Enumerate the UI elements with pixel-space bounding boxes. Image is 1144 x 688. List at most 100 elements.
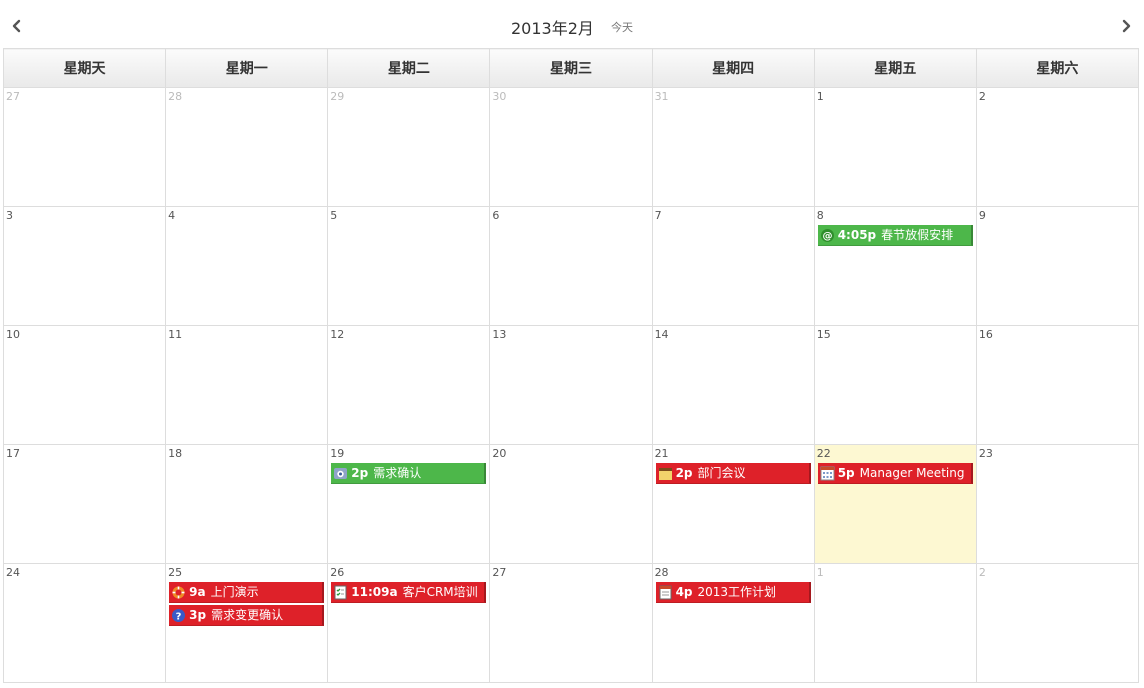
day-cell[interactable]: 9 — [975, 206, 1140, 326]
day-cell[interactable]: 18 — [165, 444, 329, 564]
day-number: 4 — [168, 209, 176, 222]
event-time: 3p — [189, 607, 207, 622]
weekday-thursday: 星期四 — [651, 48, 815, 88]
event-title: 需求变更确认 — [211, 607, 284, 622]
day-number: 5 — [330, 209, 338, 222]
day-number: 30 — [492, 90, 507, 103]
day-number: 22 — [816, 447, 831, 460]
day-cell[interactable]: 1 — [813, 87, 977, 207]
weekday-friday: 星期五 — [813, 48, 977, 88]
at-sign-icon: @ — [820, 228, 835, 243]
day-number: 8 — [816, 209, 824, 222]
event-feb8[interactable]: @ 4:05p 春节放假安排 — [817, 225, 973, 246]
day-cell[interactable]: 17 — [2, 444, 167, 564]
today-button[interactable]: 今天 — [611, 21, 633, 34]
day-cell[interactable]: 14 — [651, 325, 815, 445]
event-title: 部门会议 — [697, 465, 746, 480]
event-time: 4:05p — [837, 227, 877, 242]
day-number: 25 — [168, 566, 183, 579]
day-cell[interactable]: 1 — [813, 563, 977, 683]
day-number: 28 — [654, 566, 669, 579]
chevron-right-icon — [1122, 19, 1131, 33]
day-number: 15 — [816, 328, 831, 341]
event-time: 4p — [675, 584, 693, 599]
day-cell[interactable]: 15 — [813, 325, 977, 445]
calendar-page-icon — [658, 585, 673, 600]
day-cell[interactable]: 31 — [651, 87, 815, 207]
day-number: 21 — [654, 447, 669, 460]
weekday-sunday: 星期天 — [2, 48, 167, 88]
day-cell[interactable]: 11 — [165, 325, 329, 445]
day-number: 14 — [654, 328, 669, 341]
day-cell[interactable]: 7 — [651, 206, 815, 326]
day-number: 24 — [6, 566, 20, 579]
day-number: 23 — [978, 447, 993, 460]
day-number: 13 — [492, 328, 507, 341]
day-cell[interactable]: 2 — [975, 87, 1140, 207]
day-cell[interactable]: 5 — [327, 206, 491, 326]
calendar-grid-icon — [820, 466, 835, 481]
event-feb26[interactable]: 11:09a 客户CRM培训 — [331, 582, 487, 603]
event-feb19[interactable]: 2p 需求确认 — [331, 463, 487, 484]
day-number: 16 — [978, 328, 993, 341]
day-number: 31 — [654, 90, 669, 103]
day-cell[interactable]: 26 11:09a 客户CRM培训 — [327, 563, 491, 683]
day-number: 12 — [330, 328, 345, 341]
event-time: 5p — [837, 465, 855, 480]
day-number: 11 — [168, 328, 183, 341]
day-cell[interactable]: 6 — [489, 206, 653, 326]
day-number: 3 — [6, 209, 13, 222]
day-cell[interactable]: 28 4p 2013工作计划 — [651, 563, 815, 683]
lifebuoy-icon — [171, 585, 186, 600]
day-cell[interactable]: 19 2p 需求确认 — [327, 444, 491, 564]
month-title: 2013年2月 — [511, 19, 594, 38]
day-cell[interactable]: 4 — [165, 206, 329, 326]
day-number: 19 — [330, 447, 345, 460]
day-cell[interactable]: 30 — [489, 87, 653, 207]
next-month-button[interactable] — [1117, 16, 1135, 36]
day-cell[interactable]: 21 2p 部门会议 — [651, 444, 815, 564]
calendar: 2013年2月 今天 星期天 星期一 星期二 星期三 星期四 星期五 星期六 2… — [0, 0, 1144, 688]
day-number: 17 — [6, 447, 20, 460]
event-feb21[interactable]: 2p 部门会议 — [655, 463, 811, 484]
day-number: 6 — [492, 209, 500, 222]
event-feb28[interactable]: 4p 2013工作计划 — [655, 582, 811, 603]
day-cell[interactable]: 16 — [975, 325, 1140, 445]
question-icon: ? — [171, 608, 186, 623]
day-number: 10 — [6, 328, 20, 341]
day-cell[interactable]: 24 — [2, 563, 167, 683]
day-cell[interactable]: 20 — [489, 444, 653, 564]
event-feb25-afternoon[interactable]: ? 3p 需求变更确认 — [169, 605, 325, 626]
event-title: 需求确认 — [373, 465, 422, 480]
day-number: 18 — [168, 447, 183, 460]
day-cell[interactable]: 10 — [2, 325, 167, 445]
event-feb22[interactable]: 5p Manager Meeting — [817, 463, 973, 484]
event-time: 2p — [675, 465, 693, 480]
day-cell[interactable]: 12 — [327, 325, 491, 445]
day-cell[interactable]: 27 — [489, 563, 653, 683]
week-row: 27 28 29 30 31 1 2 — [2, 87, 1140, 207]
event-feb25-morning[interactable]: 9a 上门演示 — [169, 582, 325, 603]
week-row: 17 18 19 2p 需求确认 20 21 2p 部门会议 22 5p Man… — [2, 444, 1140, 564]
event-title: 春节放假安排 — [881, 227, 954, 242]
day-cell[interactable]: 13 — [489, 325, 653, 445]
event-time: 9a — [189, 584, 206, 599]
day-cell[interactable]: 25 9a 上门演示 ? 3p 需求变更确认 — [165, 563, 329, 683]
day-number: 27 — [6, 90, 20, 103]
weekday-header-row: 星期天 星期一 星期二 星期三 星期四 星期五 星期六 — [2, 48, 1140, 88]
event-title: Manager Meeting — [859, 465, 965, 480]
day-cell[interactable]: 28 — [165, 87, 329, 207]
weekday-monday: 星期一 — [165, 48, 329, 88]
day-cell[interactable]: 27 — [2, 87, 167, 207]
day-cell[interactable]: 2 — [975, 563, 1140, 683]
day-cell[interactable]: 3 — [2, 206, 167, 326]
folder-icon — [658, 466, 673, 481]
title-wrap: 2013年2月 今天 — [0, 15, 1144, 39]
phone-icon — [333, 466, 348, 481]
day-cell[interactable]: 23 — [975, 444, 1140, 564]
day-cell[interactable]: 8 @ 4:05p 春节放假安排 — [813, 206, 977, 326]
day-cell-today[interactable]: 22 5p Manager Meeting — [813, 444, 977, 564]
day-cell[interactable]: 29 — [327, 87, 491, 207]
day-number: 7 — [654, 209, 662, 222]
calendar-header: 2013年2月 今天 — [0, 0, 1144, 48]
